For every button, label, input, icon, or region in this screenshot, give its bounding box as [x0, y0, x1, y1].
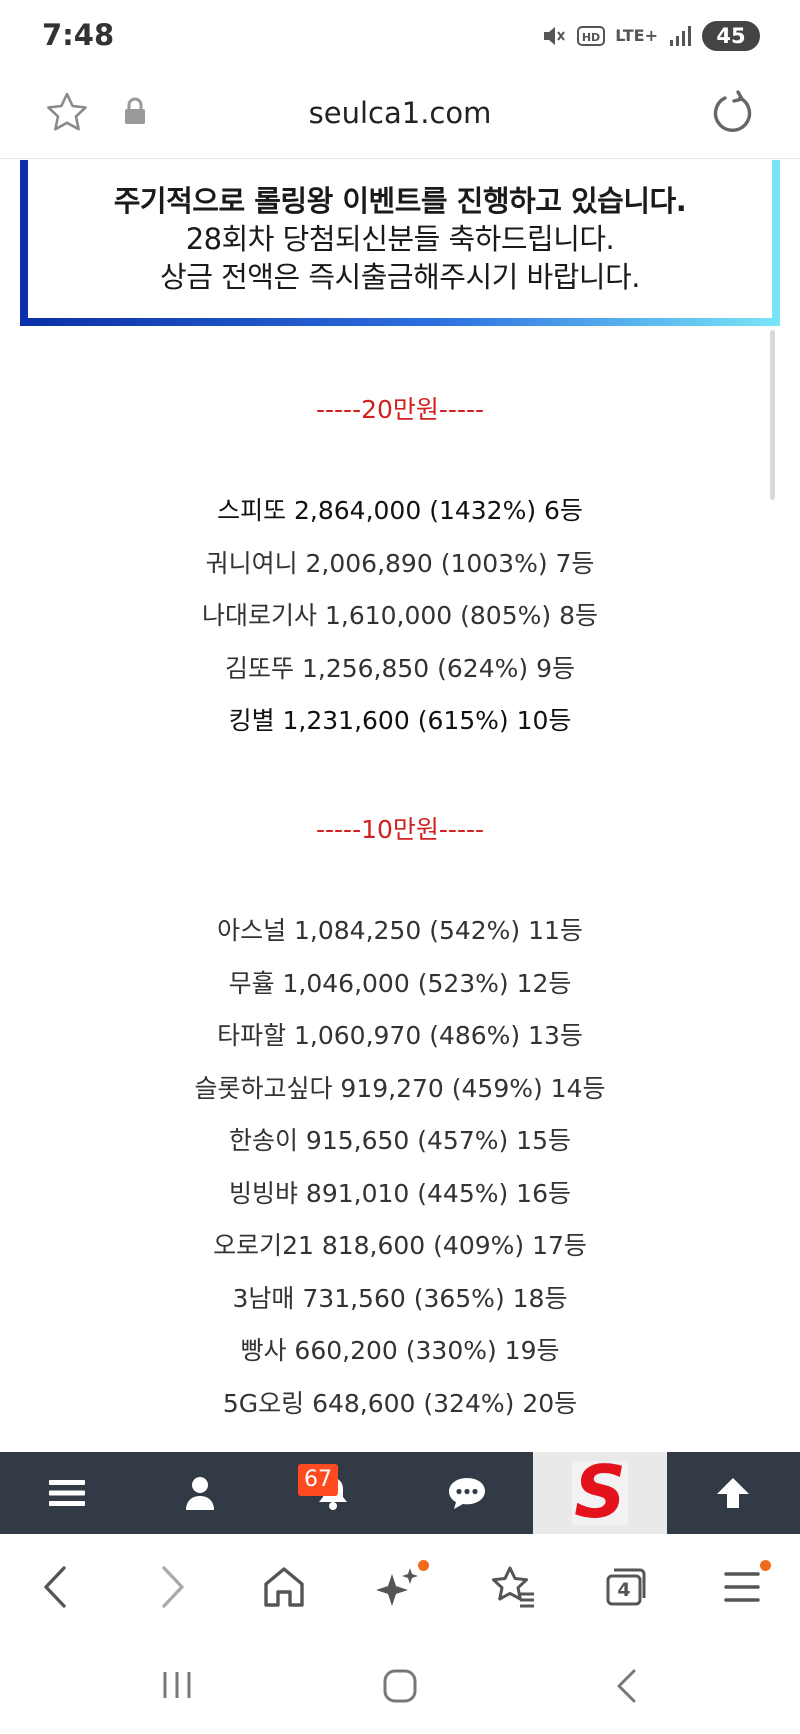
- tier-header-200k: -----20만원-----: [315, 395, 485, 424]
- reload-icon[interactable]: [710, 90, 754, 136]
- site-bottom-nav: S: [0, 1452, 800, 1534]
- arrow-up-icon: [717, 1478, 750, 1508]
- list-item: 한송이 915,650 (457%) 15등: [228, 1126, 571, 1155]
- scroll-top-button[interactable]: [667, 1452, 800, 1534]
- hamburger-menu-icon: [48, 1480, 85, 1506]
- ai-sparkle-icon[interactable]: [376, 1564, 420, 1610]
- chat-button[interactable]: [400, 1452, 533, 1534]
- status-bar: 7:48 HD LTE+ 45: [0, 0, 800, 72]
- battery-indicator: 45: [702, 21, 760, 51]
- list-item: 스피또 2,864,000 (1432%) 6등: [217, 496, 583, 525]
- ai-notification-dot: [418, 1560, 429, 1571]
- list-item: 빵사 660,200 (330%) 19등: [240, 1336, 560, 1365]
- svg-text:HD: HD: [582, 31, 600, 44]
- status-time: 7:48: [42, 18, 115, 52]
- banner-line-2: 28회차 당첨되신분들 축하드립니다.: [185, 222, 615, 256]
- menu-icon[interactable]: [724, 1564, 760, 1610]
- menu-notification-dot: [760, 1560, 771, 1571]
- banner-line-3: 상금 전액은 즉시출금해주시기 바랍니다.: [160, 260, 640, 294]
- list-item: 킹별 1,231,600 (615%) 10등: [228, 706, 572, 735]
- list-item: 슬롯하고싶다 919,270 (459%) 14등: [194, 1073, 606, 1103]
- tier-header-100k: -----10만원-----: [315, 815, 485, 844]
- back-icon[interactable]: [40, 1564, 70, 1610]
- bookmarks-icon[interactable]: [490, 1564, 536, 1610]
- home-button-icon[interactable]: [382, 1668, 418, 1704]
- list-item: 타파할 1,060,970 (486%) 13등: [217, 1021, 583, 1050]
- list-item: 5G오링 648,600 (324%) 20등: [222, 1388, 578, 1418]
- tabs-button[interactable]: 4: [604, 1564, 648, 1610]
- event-banner: 주기적으로 롤링왕 이벤트를 진행하고 있습니다. 28회차 당첨되신분들 축하…: [20, 160, 780, 326]
- system-back-icon[interactable]: [614, 1668, 638, 1704]
- browser-toolbar: 4: [0, 1534, 800, 1638]
- site-logo-letter: S: [574, 1457, 626, 1529]
- network-type: LTE+: [615, 26, 658, 45]
- status-icons: HD LTE+ 45: [541, 20, 760, 52]
- hd-icon: HD: [577, 26, 606, 46]
- chat-bubble-icon: [448, 1478, 485, 1509]
- list-item: 3남매 731,560 (365%) 18등: [232, 1283, 568, 1313]
- mute-icon: [544, 27, 566, 45]
- user-button[interactable]: [133, 1452, 266, 1534]
- signal-icon: [670, 26, 691, 46]
- url-text[interactable]: seulca1.com: [0, 96, 800, 130]
- list-item: 오로기21 818,600 (409%) 17등: [213, 1231, 587, 1260]
- tab-count: 4: [617, 1579, 631, 1601]
- list-item: 궈니여니 2,006,890 (1003%) 7등: [205, 548, 595, 578]
- rank-list-200k: 스피또 2,864,000 (1432%) 6등 궈니여니 2,006,890 …: [0, 485, 800, 748]
- banner-line-1: 주기적으로 롤링왕 이벤트를 진행하고 있습니다.: [113, 184, 687, 218]
- rank-list-100k: 아스널 1,084,250 (542%) 11등 무휼 1,046,000 (5…: [0, 905, 800, 1430]
- site-logo-icon: S: [571, 1457, 628, 1529]
- home-icon[interactable]: [262, 1564, 306, 1610]
- list-item: 무휼 1,046,000 (523%) 12등: [228, 968, 572, 998]
- list-item: 빙빙뱌 891,010 (445%) 16등: [228, 1178, 571, 1208]
- list-item: 아스널 1,084,250 (542%) 11등: [217, 916, 583, 945]
- recent-apps-icon[interactable]: [160, 1668, 194, 1702]
- user-icon: [185, 1477, 214, 1510]
- notification-badge: 67: [298, 1464, 338, 1496]
- event-banner-content: 주기적으로 롤링왕 이벤트를 진행하고 있습니다. 28회차 당첨되신분들 축하…: [28, 160, 772, 318]
- list-item: 나대로기사 1,610,000 (805%) 8등: [202, 601, 598, 630]
- url-bar: seulca1.com: [0, 72, 800, 159]
- forward-icon[interactable]: [158, 1564, 188, 1610]
- site-logo-button[interactable]: S: [533, 1452, 667, 1534]
- list-item: 김또뚜 1,256,850 (624%) 9등: [225, 653, 575, 683]
- system-nav-bar: [0, 1638, 800, 1734]
- site-menu-button[interactable]: [0, 1452, 133, 1534]
